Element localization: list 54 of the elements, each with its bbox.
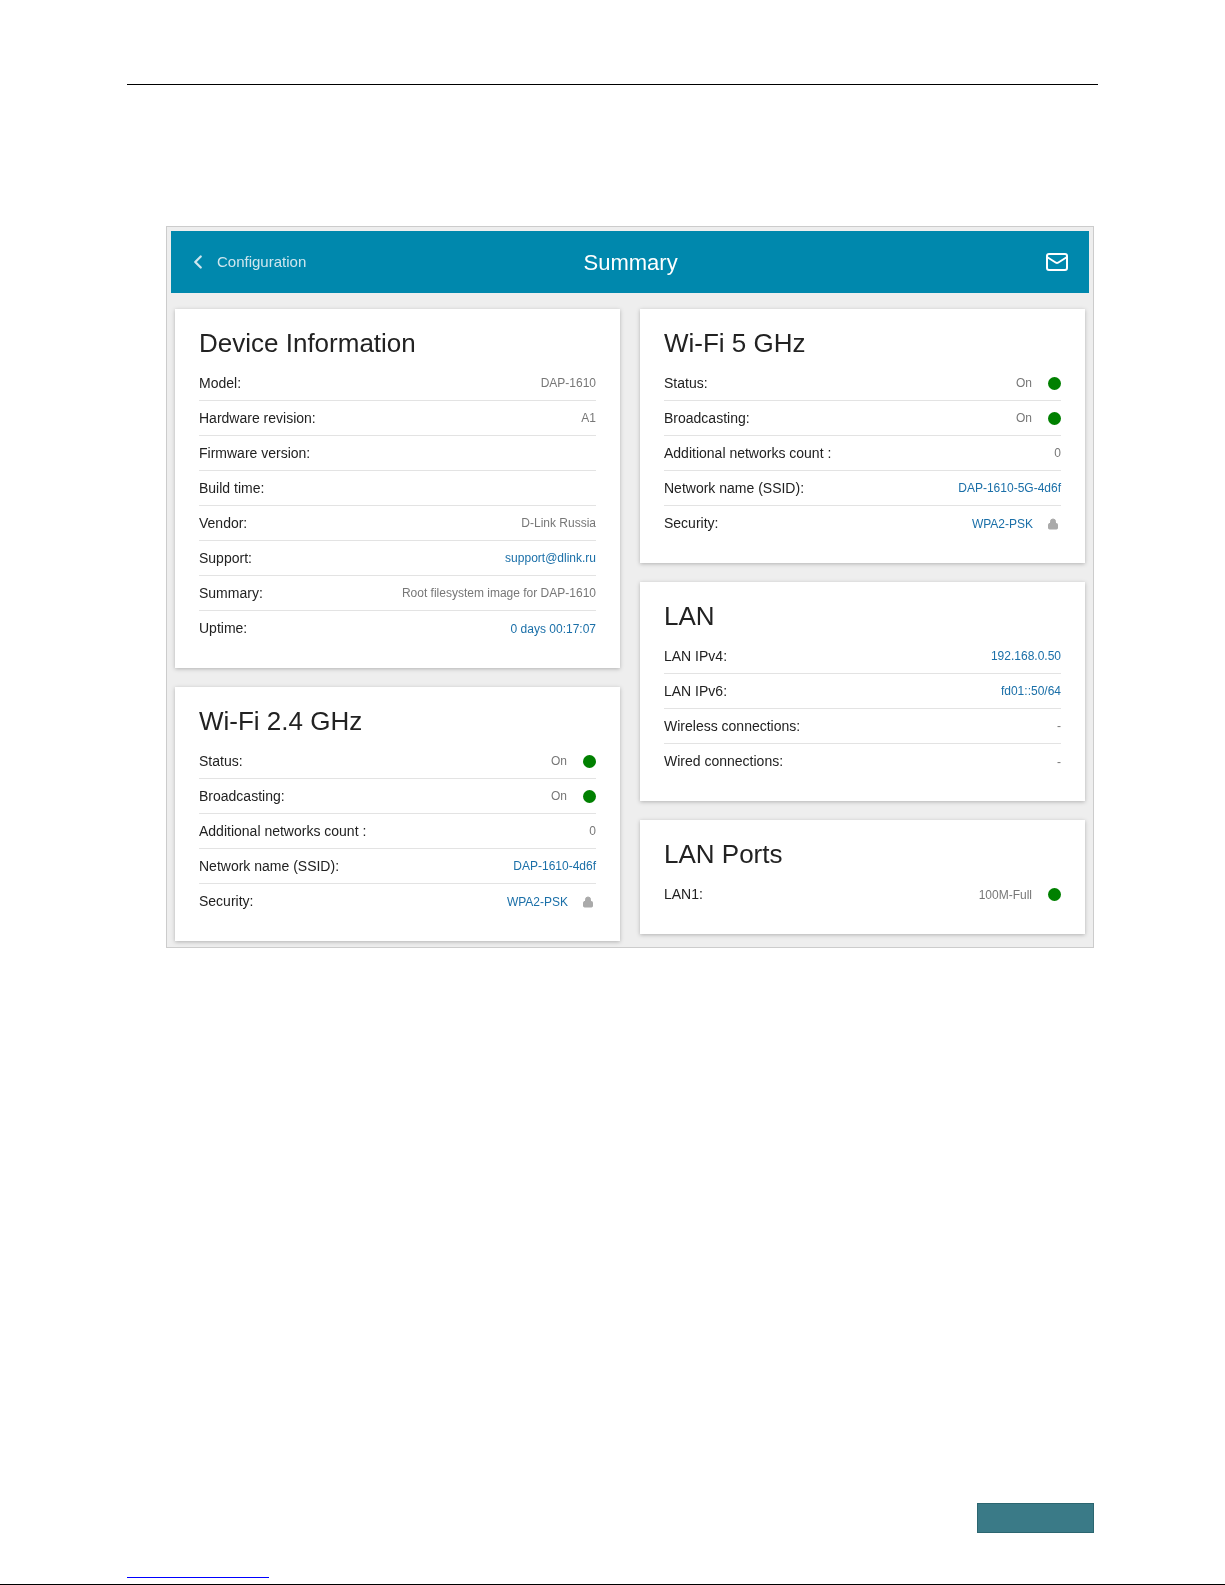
- field-value[interactable]: DAP-1610-5G-4d6f: [958, 479, 1061, 497]
- card-title: Wi-Fi 5 GHz: [664, 327, 807, 360]
- field-value: -: [1057, 718, 1061, 735]
- field-value: On: [551, 788, 567, 805]
- field-value: On: [1016, 410, 1032, 427]
- field-label: Network name (SSID):: [199, 856, 341, 876]
- field-value: -: [1057, 753, 1061, 771]
- field-label: Vendor:: [199, 513, 249, 533]
- field-value: DAP-1610: [540, 375, 596, 392]
- field-label: Broadcasting:: [199, 786, 286, 806]
- field-value[interactable]: 0 days 00:17:07: [510, 619, 596, 638]
- field-value[interactable]: 192.168.0.50: [990, 647, 1061, 665]
- field-value[interactable]: support@dlink.ru: [505, 549, 596, 567]
- field-value: 0: [1054, 445, 1061, 462]
- field-value: 100M-Full: [978, 886, 1032, 904]
- field-label: LAN IPv6:: [664, 681, 729, 701]
- field-label: Wired connections:: [664, 752, 785, 771]
- field-label: Firmware version:: [199, 443, 312, 463]
- field-value[interactable]: DAP-1610-4d6f: [513, 857, 596, 875]
- field-label: Model:: [199, 373, 243, 393]
- field-value: Root filesystem image for DAP-1610: [401, 585, 596, 602]
- page-title: Summary: [583, 248, 678, 277]
- field-value: D-Link Russia: [521, 515, 596, 532]
- field-label: Additional networks count :: [199, 821, 368, 841]
- field-label: Wireless connections:: [664, 716, 802, 736]
- field-label: Hardware revision:: [199, 408, 317, 428]
- field-label: Uptime:: [199, 619, 249, 638]
- card-title: Wi-Fi 2.4 GHz: [199, 705, 364, 738]
- field-value: A1: [581, 410, 596, 427]
- field-value: On: [1016, 375, 1032, 392]
- field-label: Broadcasting:: [664, 408, 751, 428]
- card-title: LAN: [664, 600, 716, 633]
- field-value[interactable]: fd01::50/64: [1000, 682, 1061, 700]
- field-label: Additional networks count :: [664, 443, 833, 463]
- field-value: On: [551, 753, 567, 770]
- field-label: LAN IPv4:: [664, 646, 729, 666]
- field-label: Security:: [664, 514, 720, 533]
- field-label: LAN1:: [664, 885, 704, 904]
- lock-icon: [1047, 517, 1059, 530]
- mail-icon[interactable]: [1045, 250, 1069, 274]
- card-title: Device Information: [199, 327, 417, 360]
- field-value[interactable]: WPA2-PSK: [971, 514, 1033, 533]
- back-button[interactable]: Configuration: [187, 250, 307, 274]
- field-label: Support:: [199, 548, 253, 568]
- card-title: LAN Ports: [664, 838, 784, 871]
- field-label: Status:: [664, 373, 709, 393]
- lock-icon: [582, 895, 594, 908]
- field-value: 0: [589, 823, 596, 840]
- field-label: Build time:: [199, 478, 266, 498]
- field-label: Network name (SSID):: [664, 478, 806, 498]
- field-value[interactable]: WPA2-PSK: [506, 892, 568, 911]
- field-label: Status:: [199, 751, 244, 771]
- field-label: Security:: [199, 892, 255, 911]
- field-label: Summary:: [199, 583, 264, 603]
